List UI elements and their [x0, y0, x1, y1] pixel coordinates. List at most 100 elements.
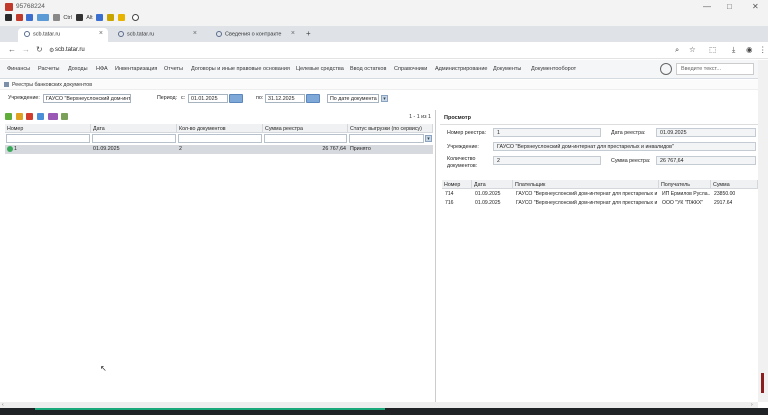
power-icon[interactable]: [132, 14, 140, 21]
tab-scb-2[interactable]: scb.tatar.ru ×: [112, 28, 202, 42]
col-status[interactable]: Статус выгрузки (по сервису): [348, 124, 433, 133]
period-label: Период:: [157, 95, 178, 101]
flag-icon[interactable]: [15, 14, 23, 21]
col-sum[interactable]: Сумма реестра: [263, 124, 348, 133]
tab-contract-info[interactable]: Сведения о контракте ×: [210, 28, 300, 42]
status-filter-dropdown-icon[interactable]: ▾: [425, 135, 432, 142]
calendar-to-icon[interactable]: [306, 94, 320, 103]
col-doc-count[interactable]: Кол-во документов: [177, 124, 263, 133]
filter-sum[interactable]: [264, 134, 347, 143]
screen-icon[interactable]: [26, 14, 34, 21]
menu-inventory[interactable]: Инвентаризация: [115, 66, 157, 72]
reload-icon[interactable]: ↻: [36, 45, 43, 54]
view-institution-label: Учреждение:: [447, 144, 479, 150]
menu-workflow[interactable]: Документооборот: [531, 66, 576, 72]
doc-cell-sum: 2917.64: [714, 200, 733, 206]
filter-doc-count[interactable]: [178, 134, 262, 143]
window-title-bar: 95768224 — □ ✕: [0, 0, 768, 14]
keyboard-icon[interactable]: [37, 14, 50, 21]
menu-directories[interactable]: Справочники: [394, 66, 427, 72]
filter-number[interactable]: [6, 134, 90, 143]
filter-status[interactable]: [349, 134, 424, 143]
pin-icon[interactable]: [5, 14, 12, 21]
calendar-from-icon[interactable]: [229, 94, 243, 103]
bolt-icon[interactable]: [117, 14, 125, 21]
refresh-icon[interactable]: [96, 14, 104, 21]
menu-nfa[interactable]: НФА: [96, 66, 108, 72]
refresh-icon[interactable]: [37, 113, 45, 120]
doc-count-field: 2: [493, 156, 601, 165]
lock-icon[interactable]: [75, 14, 83, 21]
institution-field[interactable]: ГАУСО "Верхнеуслонский дом-интк: [43, 94, 131, 103]
extensions-icon[interactable]: ⬚: [709, 45, 716, 54]
ctrl-key[interactable]: Ctrl: [63, 15, 72, 21]
col-date[interactable]: Дата: [91, 124, 177, 133]
date-to-input[interactable]: 31.12.2025: [265, 94, 305, 103]
institution-label: Учреждение:: [8, 95, 40, 101]
registry-detail-panel: Просмотр Номер реестра: 1 Дата реестра: …: [440, 110, 758, 402]
edit-icon[interactable]: [15, 113, 23, 120]
browser-menu-icon[interactable]: ⋮: [759, 45, 767, 54]
doc-col-payer[interactable]: Плательщик: [513, 180, 659, 189]
date-from-input[interactable]: 01.01.2025: [188, 94, 228, 103]
close-tab-icon[interactable]: ×: [99, 30, 103, 37]
new-tab-button[interactable]: +: [306, 29, 311, 38]
table-row[interactable]: 716 01.09.2025 ГАУСО "Верхнеуслонский до…: [442, 199, 758, 208]
minimize-button[interactable]: —: [703, 2, 711, 11]
menu-balances-input[interactable]: Ввод остатков: [350, 66, 386, 72]
menu-search-input[interactable]: Введите текст...: [676, 63, 754, 75]
browser-tab-strip: scb.tatar.ru × scb.tatar.ru × Сведения о…: [0, 26, 768, 42]
close-window-button[interactable]: ✕: [752, 2, 759, 11]
table-row[interactable]: 1 01.09.2025 2 26 767,64 Принято: [5, 145, 433, 154]
col-number[interactable]: Номер: [5, 124, 91, 133]
address-bar: ← → ↻ ⚙ scb.tatar.ru ⌕ ☆ ⬚ ⤓ ◉ ⋮: [0, 42, 768, 59]
doc-col-recipient[interactable]: Получатель: [659, 180, 711, 189]
forward-icon[interactable]: →: [22, 45, 30, 54]
maximize-button[interactable]: □: [727, 2, 732, 11]
menu-finance[interactable]: Финансы: [7, 66, 30, 72]
settings-icon[interactable]: [107, 14, 115, 21]
doc-cell-payer: ГАУСО "Верхнеуслонский дом-интернат для …: [516, 191, 658, 197]
menu-settlements[interactable]: Расчеты: [38, 66, 59, 72]
close-tab-icon[interactable]: ×: [291, 30, 295, 37]
download-icon[interactable]: ⤓: [732, 45, 735, 55]
print-menu-icon[interactable]: [47, 113, 58, 120]
page-vertical-scrollbar[interactable]: [758, 60, 768, 402]
export-icon[interactable]: [61, 113, 69, 120]
registry-list-panel: 1 - 1 из 1 Номер Дата Кол-во документов …: [0, 110, 436, 402]
clock-icon[interactable]: [660, 63, 672, 75]
menu-reports[interactable]: Отчеты: [164, 66, 183, 72]
taskbar-progress-strip: [35, 408, 385, 410]
alt-key[interactable]: Alt: [86, 15, 92, 21]
menu-documents[interactable]: Документы: [493, 66, 521, 72]
add-icon[interactable]: [5, 113, 12, 120]
filter-date[interactable]: [92, 134, 176, 143]
table-row[interactable]: 714 01.09.2025 ГАУСО "Верхнеуслонский до…: [442, 190, 758, 199]
registry-number-label: Номер реестра:: [447, 130, 487, 136]
menu-target-funds[interactable]: Целевые средства: [296, 66, 344, 72]
registry-date-field: 01.09.2025: [656, 128, 756, 137]
tab-scb-1[interactable]: scb.tatar.ru ×: [18, 28, 108, 42]
bookmark-star-icon[interactable]: ☆: [689, 45, 696, 54]
grid-toolbar: [5, 113, 70, 121]
back-icon[interactable]: ←: [8, 45, 16, 54]
doc-cell-recipient: ИП Ермилов Русла...: [662, 191, 710, 197]
profile-icon[interactable]: ◉: [746, 45, 753, 54]
delete-icon[interactable]: [26, 113, 34, 120]
scrollbar-thumb[interactable]: [761, 373, 764, 393]
menu-contracts[interactable]: Договоры и иные правовые основания: [191, 66, 290, 72]
zoom-icon[interactable]: ⌕: [675, 45, 679, 55]
filter-bar: Учреждение: ГАУСО "Верхнеуслонский дом-и…: [0, 91, 758, 107]
close-tab-icon[interactable]: ×: [193, 30, 197, 37]
sort-select[interactable]: По дате документа: [327, 94, 379, 103]
doc-col-sum[interactable]: Сумма: [711, 180, 758, 189]
doc-col-number[interactable]: Номер: [442, 180, 472, 189]
url-field[interactable]: scb.tatar.ru: [55, 47, 85, 53]
sort-dropdown-icon[interactable]: ▾: [381, 95, 388, 102]
doc-col-date[interactable]: Дата: [472, 180, 513, 189]
menu-income[interactable]: Доходы: [68, 66, 88, 72]
chat-icon[interactable]: [52, 14, 60, 21]
view-sum-label: Сумма реестра:: [611, 158, 651, 164]
site-info-icon[interactable]: ⚙: [49, 47, 54, 54]
menu-administration[interactable]: Администрирование: [435, 66, 487, 72]
